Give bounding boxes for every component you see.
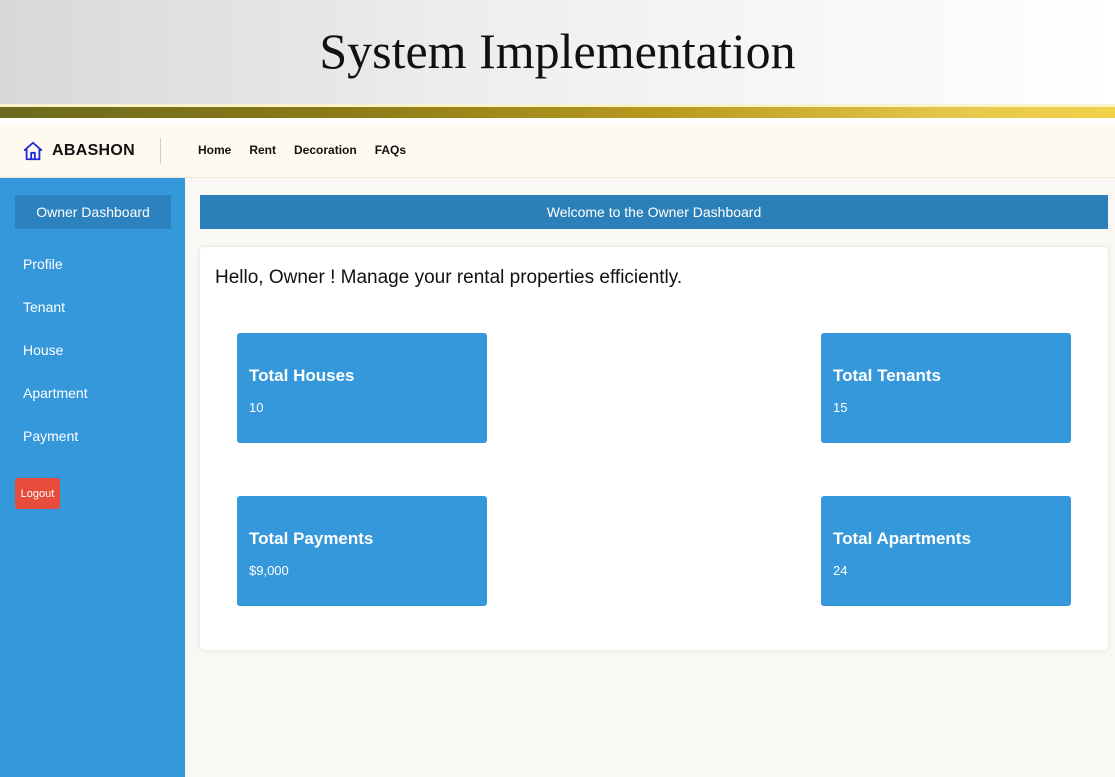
nav-link-faqs[interactable]: FAQs (375, 143, 406, 157)
brand[interactable]: ABASHON (22, 139, 135, 163)
sidebar-item-payment[interactable]: Payment (23, 428, 78, 444)
nav-link-home[interactable]: Home (198, 143, 231, 157)
stat-card-title: Total Apartments (833, 529, 971, 548)
sidebar-item-profile[interactable]: Profile (23, 256, 63, 272)
greeting-text: Hello, Owner ! Manage your rental proper… (215, 267, 683, 288)
home-icon (23, 141, 43, 161)
stat-card-houses[interactable]: Total Houses 10 (237, 333, 487, 443)
stat-card-tenants[interactable]: Total Tenants 15 (821, 333, 1071, 443)
main-content: Welcome to the Owner Dashboard Hello, Ow… (185, 178, 1115, 777)
sidebar: Owner Dashboard Profile Tenant House Apa… (0, 178, 185, 777)
stat-card-value: 24 (833, 563, 848, 578)
nav-link-rent[interactable]: Rent (249, 143, 276, 157)
stat-card-apartments[interactable]: Total Apartments 24 (821, 496, 1071, 606)
welcome-banner: Welcome to the Owner Dashboard (200, 195, 1108, 229)
logout-button[interactable]: Logout (15, 478, 60, 509)
stat-card-title: Total Houses (249, 366, 355, 385)
slide-header: System Implementation (0, 0, 1115, 104)
slide-title: System Implementation (319, 23, 796, 79)
gold-divider-highlight (0, 104, 1115, 107)
brand-name: ABASHON (52, 142, 135, 159)
stat-card-title: Total Tenants (833, 366, 941, 385)
stat-card-value: 10 (249, 400, 264, 415)
dashboard-panel: Hello, Owner ! Manage your rental proper… (200, 247, 1108, 650)
sidebar-item-house[interactable]: House (23, 342, 63, 358)
stat-card-title: Total Payments (249, 529, 374, 548)
stat-card-payments[interactable]: Total Payments $9,000 (237, 496, 487, 606)
sidebar-item-apartment[interactable]: Apartment (23, 385, 88, 401)
nav-links: Home Rent Decoration FAQs (198, 143, 424, 157)
nav-link-decoration[interactable]: Decoration (294, 143, 357, 157)
nav-divider (160, 138, 161, 164)
stat-card-value: 15 (833, 400, 848, 415)
sidebar-title[interactable]: Owner Dashboard (15, 195, 171, 229)
top-navbar: ABASHON Home Rent Decoration FAQs (0, 124, 1115, 178)
stat-card-value: $9,000 (249, 563, 289, 578)
sidebar-item-tenant[interactable]: Tenant (23, 299, 65, 315)
